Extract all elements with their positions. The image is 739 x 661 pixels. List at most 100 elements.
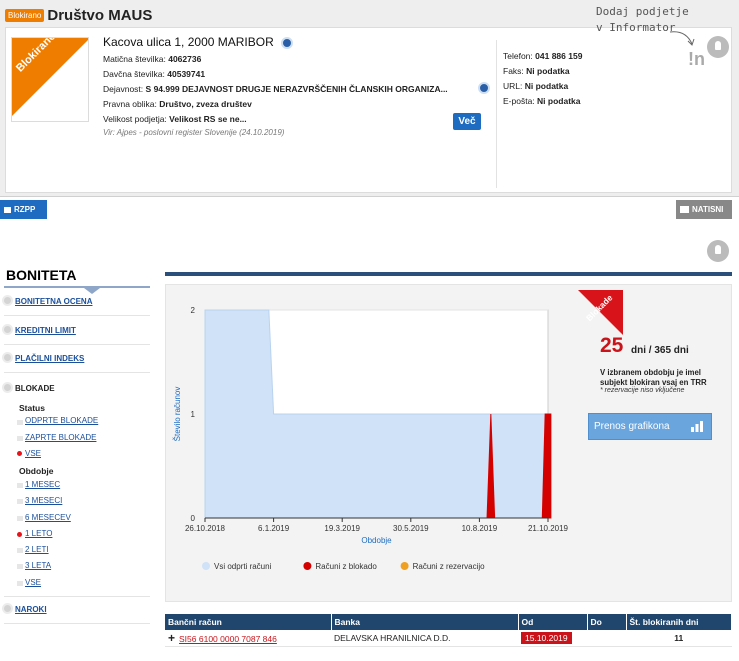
bullet-icon bbox=[17, 581, 23, 586]
period-2-leti[interactable]: 2 LETI bbox=[25, 545, 49, 554]
dejavnost-value: S 94.999 DEJAVNOST DRUGJE NERAZVRŠČENIH … bbox=[145, 84, 448, 94]
blokade-description: V izbranem obdobju je imel subjekt bloki… bbox=[600, 368, 707, 387]
gear-icon bbox=[2, 324, 13, 335]
sidebar-title: BONITETA bbox=[6, 267, 77, 283]
vertical-divider bbox=[496, 40, 497, 188]
gear-icon bbox=[2, 295, 13, 306]
contact-fax: Faks: Ni podatka bbox=[503, 66, 570, 76]
x-tick-label: 6.1.2019 bbox=[258, 524, 290, 533]
period-1-mesec[interactable]: 1 MESEC bbox=[25, 480, 60, 489]
reservation-note: * rezervacije niso vključene bbox=[600, 387, 685, 394]
bar-chart-icon bbox=[691, 421, 703, 432]
field-maticna: Matična številka: 4062736 bbox=[103, 54, 202, 64]
download-chart-button[interactable]: Prenos grafikona bbox=[588, 413, 712, 440]
field-pravna-oblika: Pravna oblika: Društvo, zveza društev bbox=[103, 99, 252, 109]
more-button[interactable]: Več bbox=[453, 113, 481, 130]
address-text: Kacova ulica 1, 2000 MARIBOR bbox=[103, 35, 274, 49]
company-info-card: Blokirano Kacova ulica 1, 2000 MARIBOR M… bbox=[5, 27, 732, 193]
bank-accounts-table: Bančni račun Banka Od Do Št. blokiranih … bbox=[165, 614, 732, 647]
company-fields: Matična številka: 4062736 Davčna številk… bbox=[103, 52, 448, 127]
table-row: + SI56 6100 0000 7087 846 DELAVSKA HRANIL… bbox=[165, 630, 732, 647]
sidebar-divider bbox=[4, 623, 150, 624]
period-vse[interactable]: VSE bbox=[25, 578, 41, 587]
x-tick-label: 19.3.2019 bbox=[324, 524, 360, 533]
y-tick-label: 2 bbox=[191, 306, 196, 315]
legend-label: Računi z rezervacijo bbox=[413, 562, 486, 571]
company-logo-box: Blokirano bbox=[11, 37, 89, 122]
legend-marker bbox=[303, 562, 312, 570]
bullet-icon bbox=[17, 564, 23, 569]
x-tick-label: 26.10.2018 bbox=[185, 524, 226, 533]
status-vse[interactable]: VSE bbox=[25, 449, 41, 458]
status-odprte-blokade[interactable]: ODPRTE BLOKADE bbox=[25, 416, 98, 425]
sidebar-item-blokade[interactable]: BLOKADE bbox=[15, 384, 55, 393]
bullet-icon bbox=[17, 420, 23, 425]
col-account: Bančni račun bbox=[165, 614, 332, 630]
sidebar-item-placilni-indeks[interactable]: PLAČILNI INDEKS bbox=[15, 354, 84, 363]
lightbulb-icon[interactable] bbox=[707, 36, 729, 58]
bullet-icon bbox=[17, 516, 23, 521]
activity-search-icon[interactable] bbox=[478, 82, 490, 94]
pravna-oblika-value: Društvo, zveza društev bbox=[159, 99, 252, 109]
period-1-leto[interactable]: 1 LETO bbox=[25, 529, 52, 538]
period-3-leta[interactable]: 3 LETA bbox=[25, 561, 51, 570]
rzpp-button[interactable]: RZPP bbox=[0, 200, 47, 219]
map-search-icon[interactable] bbox=[281, 36, 294, 49]
boniteta-sidebar: BONITETA BONITETNA OCENA KREDITNI LIMIT … bbox=[0, 260, 152, 661]
active-bullet-icon bbox=[17, 451, 22, 456]
period-3-meseci[interactable]: 3 MESECI bbox=[25, 496, 62, 505]
x-axis-label: Obdobje bbox=[361, 536, 392, 545]
sidebar-divider bbox=[4, 596, 150, 597]
legend-label: Računi z blokado bbox=[315, 562, 377, 571]
bullet-icon bbox=[17, 483, 23, 488]
field-davcna: Davčna številka: 40539741 bbox=[103, 69, 206, 79]
field-velikost: Velikost podjetja: Velikost RS se ne... bbox=[103, 114, 247, 124]
source-note: Vir: Ajpes - poslovni register Slovenije… bbox=[103, 128, 285, 137]
from-date: 15.10.2019 bbox=[521, 632, 572, 644]
period-6-mesecev[interactable]: 6 MESECEV bbox=[25, 513, 71, 522]
sidebar-divider bbox=[4, 344, 150, 345]
davcna-value: 40539741 bbox=[167, 69, 206, 79]
y-axis-label: Število računov bbox=[173, 387, 182, 442]
account-link[interactable]: SI56 6100 0000 7087 846 bbox=[179, 634, 277, 644]
status-zaprte-blokade[interactable]: ZAPRTE BLOKADE bbox=[25, 433, 96, 442]
gear-icon bbox=[2, 382, 13, 393]
x-tick-label: 21.10.2019 bbox=[528, 524, 569, 533]
print-button[interactable]: NATISNI bbox=[676, 200, 732, 219]
page-root: Blokirano Društvo MAUS Blokirano Kacova … bbox=[0, 0, 739, 661]
gear-icon bbox=[2, 603, 13, 614]
help-lightbulb-icon[interactable] bbox=[707, 240, 729, 262]
sidebar-item-kreditni-limit[interactable]: KREDITNI LIMIT bbox=[15, 326, 76, 335]
bullet-icon bbox=[17, 499, 23, 504]
legend-marker bbox=[202, 562, 210, 570]
bullet-icon bbox=[17, 548, 23, 553]
contact-phone: Telefon: 041 886 159 bbox=[503, 51, 583, 61]
x-tick-label: 30.5.2019 bbox=[393, 524, 429, 533]
contact-url: URL: Ni podatka bbox=[503, 81, 569, 91]
curved-arrow-icon bbox=[669, 31, 695, 46]
gear-icon bbox=[2, 352, 13, 363]
bullet-icon bbox=[17, 436, 23, 441]
bank-cell: DELAVSKA HRANILNICA D.D. bbox=[331, 630, 518, 647]
company-address: Kacova ulica 1, 2000 MARIBOR bbox=[103, 35, 294, 49]
informator-logo[interactable]: !n bbox=[688, 49, 705, 70]
col-from: Od bbox=[518, 614, 588, 630]
contact-fields: Telefon: 041 886 159 Faks: Ni podatka UR… bbox=[503, 49, 582, 109]
blocked-days-count: 25 bbox=[600, 334, 624, 357]
col-blocked-days: Št. blokiranih dni bbox=[626, 614, 732, 630]
legend-marker bbox=[400, 562, 409, 570]
to-cell bbox=[587, 630, 626, 647]
col-to: Do bbox=[587, 614, 627, 630]
table-header-row: Bančni račun Banka Od Do Št. blokiranih … bbox=[165, 614, 732, 630]
col-bank: Banka bbox=[331, 614, 519, 630]
x-tick-label: 10.8.2019 bbox=[462, 524, 498, 533]
from-cell: 15.10.2019 bbox=[518, 630, 587, 647]
title-row: Blokirano Društvo MAUS bbox=[5, 6, 152, 24]
expand-plus-icon[interactable]: + bbox=[168, 631, 175, 645]
legend-label: Vsi odprti računi bbox=[214, 562, 272, 571]
status-tag: Blokirano bbox=[5, 8, 45, 22]
maticna-value: 4062736 bbox=[168, 54, 202, 64]
sidebar-item-bonitetna-ocena[interactable]: BONITETNA OCENA bbox=[15, 297, 92, 306]
account-cell: + SI56 6100 0000 7087 846 bbox=[165, 630, 331, 647]
sidebar-item-naroki[interactable]: NAROKI bbox=[15, 605, 47, 614]
